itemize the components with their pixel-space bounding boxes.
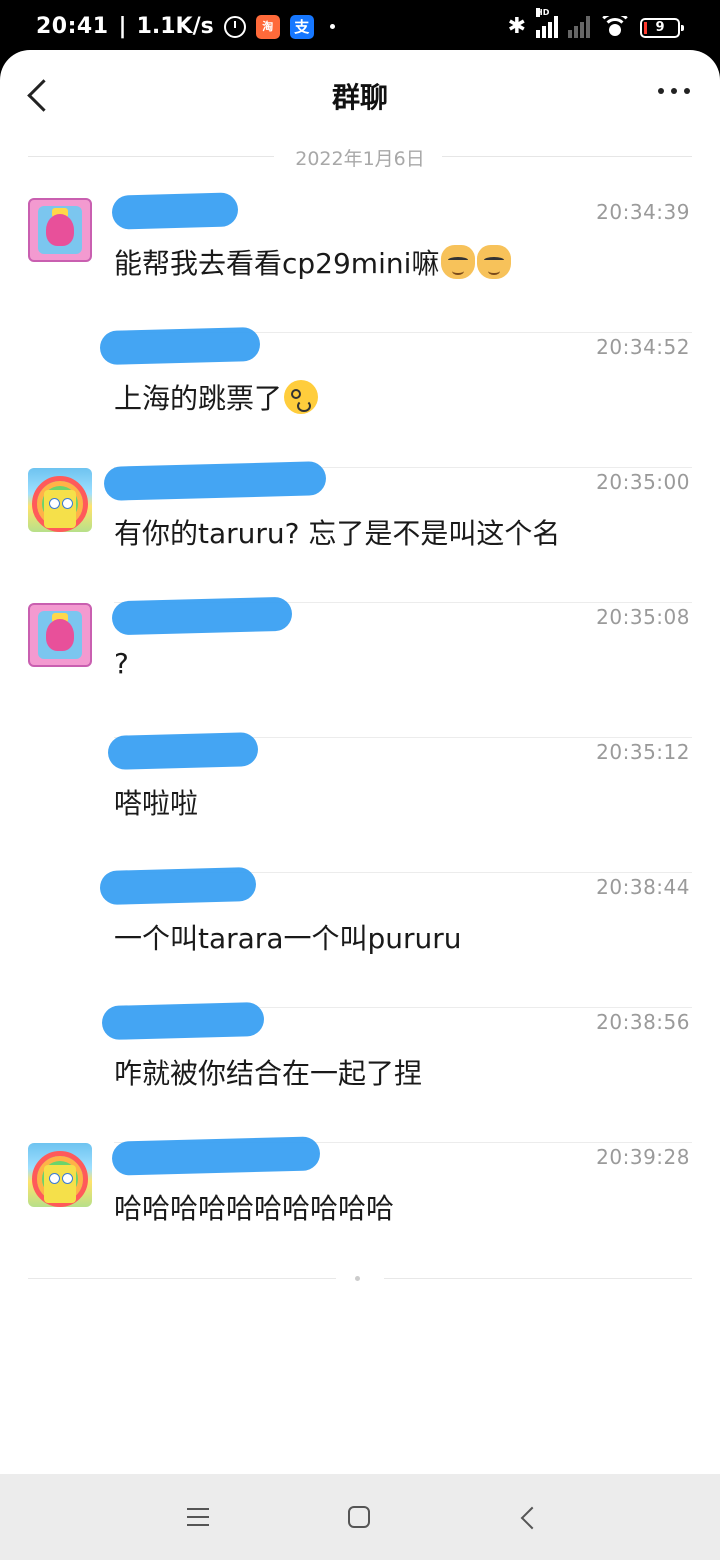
- cat-emoji-icon: [441, 245, 476, 279]
- message-text: 哈哈哈哈哈哈哈哈哈哈: [114, 1192, 395, 1225]
- avatar[interactable]: [28, 468, 92, 532]
- redacted-sender-name: [111, 192, 239, 230]
- system-navigation-bar: [0, 1474, 720, 1560]
- message-text: 咋就被你结合在一起了捏: [114, 1057, 423, 1090]
- battery-level: 9: [655, 20, 665, 35]
- message-text: 上海的跳票了: [114, 382, 283, 415]
- message-item[interactable]: 20:38:44 一个叫tarara一个叫pururu: [0, 866, 720, 1008]
- network-speed: 1.1K/s: [136, 14, 214, 39]
- message-text-row: 上海的跳票了: [114, 377, 319, 417]
- status-bar-left: 20:41 | 1.1K/s 淘 支: [36, 14, 335, 39]
- message-text: 有你的taruru? 忘了是不是叫这个名: [114, 517, 561, 550]
- message-item[interactable]: 20:34:39 能帮我去看看cp29mini嘛: [0, 192, 720, 333]
- message-item[interactable]: 20:35:12 嗒啦啦: [0, 732, 720, 873]
- home-icon[interactable]: [348, 1506, 370, 1528]
- alarm-icon: [223, 15, 246, 38]
- status-bar-right: ✱ HD 9: [507, 8, 684, 39]
- redacted-sender-name: [111, 596, 293, 636]
- date-divider: 2022年1月6日: [28, 144, 692, 170]
- message-time: 20:38:44: [596, 875, 690, 899]
- signal-icon: HD: [536, 8, 558, 38]
- back-icon[interactable]: [518, 1508, 536, 1526]
- redacted-sender-name: [101, 1001, 265, 1041]
- bluetooth-icon: ✱: [507, 14, 526, 39]
- message-item[interactable]: 20:35:08 ?: [0, 596, 720, 738]
- message-item[interactable]: 20:35:00 有你的taruru? 忘了是不是叫这个名: [0, 461, 720, 603]
- message-text: 能帮我去看看cp29mini嘛: [114, 247, 440, 280]
- hd-label: HD: [536, 8, 550, 17]
- message-time: 20:38:56: [596, 1010, 690, 1034]
- message-item[interactable]: 20:39:28 哈哈哈哈哈哈哈哈哈哈: [0, 1136, 720, 1278]
- message-text: 一个叫tarara一个叫pururu: [114, 922, 462, 955]
- menu-icon[interactable]: [187, 1508, 209, 1532]
- redacted-sender-name: [107, 732, 259, 770]
- date-label: 2022年1月6日: [281, 148, 439, 170]
- zany-face-emoji-icon: [284, 380, 319, 414]
- cat-emoji-icon: [477, 245, 512, 279]
- message-item[interactable]: 20:38:56 咋就被你结合在一起了捏: [0, 1001, 720, 1143]
- header: 群聊: [0, 50, 720, 140]
- wifi-icon: [600, 16, 630, 38]
- battery-icon: 9: [640, 18, 684, 38]
- end-of-list-divider: [28, 1276, 692, 1281]
- more-notifications-dot: [329, 24, 335, 29]
- avatar[interactable]: [28, 603, 92, 667]
- message-time: 20:34:52: [596, 335, 690, 359]
- message-time: 20:34:39: [596, 200, 690, 224]
- redacted-sender-name: [99, 326, 261, 366]
- taobao-app-icon: 淘: [255, 14, 280, 39]
- message-time: 20:35:12: [596, 740, 690, 764]
- status-separator: |: [118, 14, 127, 39]
- redacted-sender-name: [99, 866, 257, 906]
- end-dot: [355, 1276, 360, 1281]
- chat-history-sheet: 群聊 2022年1月6日 20:34:39 能帮我去看看cp29mini嘛 20…: [0, 50, 720, 1474]
- more-options-button[interactable]: [658, 88, 690, 94]
- redacted-sender-name: [103, 461, 327, 501]
- message-text: ?: [114, 647, 129, 680]
- message-time: 20:39:28: [596, 1145, 690, 1169]
- redacted-sender-name: [111, 1136, 321, 1176]
- status-time: 20:41: [36, 14, 109, 39]
- alipay-app-icon: 支: [289, 14, 314, 39]
- message-text-row: 能帮我去看看cp29mini嘛: [114, 242, 512, 282]
- message-time: 20:35:00: [596, 470, 690, 494]
- signal-2-icon: [568, 16, 590, 38]
- message-text: 嗒啦啦: [114, 787, 199, 820]
- message-time: 20:35:08: [596, 605, 690, 629]
- page-title: 群聊: [331, 81, 388, 114]
- avatar[interactable]: [28, 1143, 92, 1207]
- message-item[interactable]: 20:34:52 上海的跳票了: [0, 326, 720, 468]
- avatar[interactable]: [28, 198, 92, 262]
